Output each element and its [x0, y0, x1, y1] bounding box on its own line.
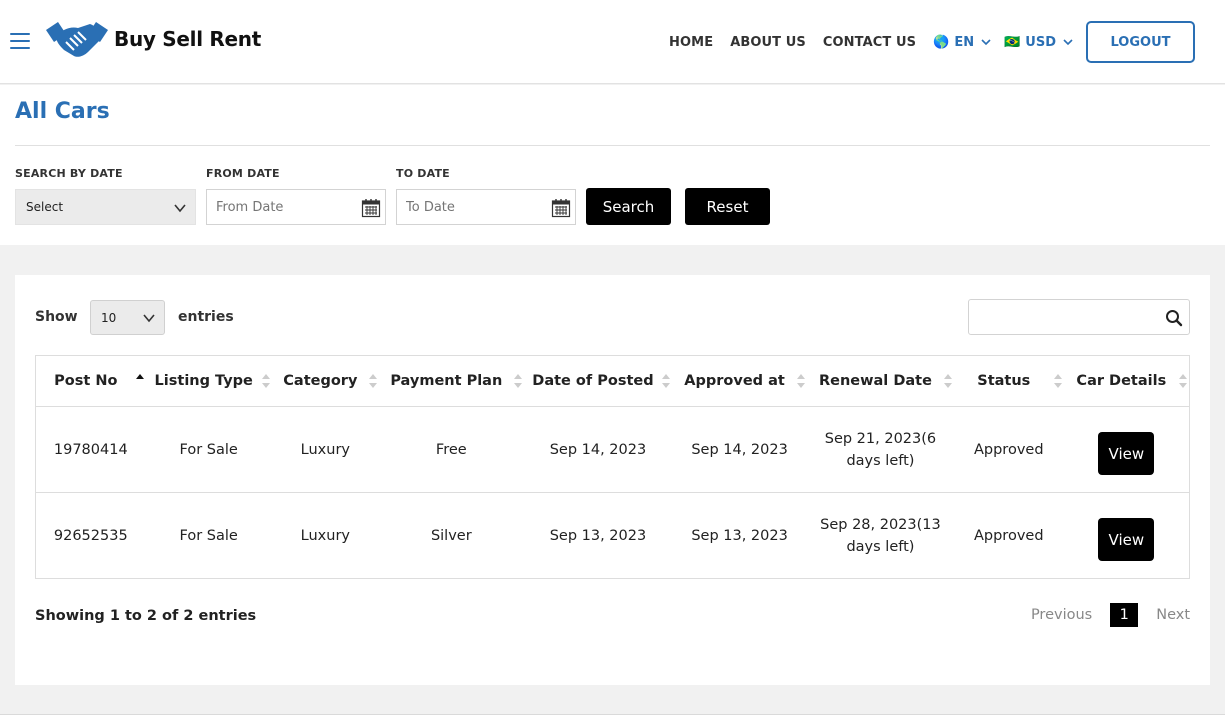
table-info: Showing 1 to 2 of 2 entries — [35, 608, 257, 624]
cell-payment-plan: Free — [378, 406, 524, 493]
title-divider — [15, 145, 1210, 146]
column-header-post-no[interactable]: Post No — [34, 355, 146, 407]
language-value: EN — [954, 34, 975, 50]
top-header: Buy Sell Rent HOME ABOUT US CONTACT US 🌎… — [0, 0, 1225, 84]
to-date-label: TO DATE — [396, 167, 450, 180]
handshake-icon — [46, 22, 108, 57]
search-button[interactable]: Search — [586, 188, 671, 225]
cell-category: Luxury — [271, 492, 379, 579]
chevron-down-icon — [1063, 39, 1073, 46]
cell-date-posted: Sep 14, 2023 — [523, 406, 673, 493]
calendar-icon[interactable] — [551, 198, 571, 218]
table-search-field[interactable] — [968, 299, 1190, 335]
filter-panel: All Cars SEARCH BY DATE Select FROM DATE… — [0, 85, 1225, 245]
view-button[interactable]: View — [1098, 518, 1155, 561]
table-row: 92652535 For Sale Luxury Silver Sep 13, … — [34, 492, 1190, 579]
to-date-field[interactable] — [396, 189, 576, 225]
cell-renewal-date: Sep 28, 2023(13 days left) — [807, 492, 954, 579]
cell-date-posted: Sep 13, 2023 — [523, 492, 673, 579]
cell-approved-at: Sep 13, 2023 — [672, 492, 807, 579]
brand-name: Buy Sell Rent — [114, 27, 261, 51]
calendar-icon[interactable] — [361, 198, 381, 218]
pagination-previous[interactable]: Previous — [1021, 607, 1102, 623]
table-search-input[interactable] — [969, 300, 1159, 332]
cell-post-no: 92652535 — [34, 492, 146, 579]
sort-icon — [368, 374, 377, 388]
main-nav: HOME ABOUT US CONTACT US 🌎 EN 🇧🇷 USD LOG… — [669, 21, 1195, 63]
chevron-down-icon — [174, 204, 186, 213]
footer-edge — [0, 714, 1225, 722]
sort-icon — [662, 374, 671, 388]
cell-status: Approved — [953, 406, 1064, 493]
cars-table: Post No Listing Type Category Payment Pl… — [34, 355, 1190, 579]
cell-listing-type: For Sale — [145, 406, 272, 493]
globe-icon: 🌎 — [933, 34, 950, 50]
column-header-renewal-date[interactable]: Renewal Date — [807, 355, 954, 407]
show-label: Show — [35, 309, 78, 325]
search-icon[interactable] — [1165, 309, 1183, 327]
logout-button[interactable]: LOGOUT — [1086, 21, 1195, 63]
nav-about-us[interactable]: ABOUT US — [730, 35, 806, 50]
page-length-value: 10 — [101, 310, 117, 325]
currency-value: USD — [1025, 34, 1056, 50]
table-header-row: Post No Listing Type Category Payment Pl… — [34, 355, 1190, 407]
column-header-status[interactable]: Status — [953, 355, 1064, 407]
column-header-payment-plan[interactable]: Payment Plan — [378, 355, 524, 407]
sort-icon — [261, 374, 270, 388]
language-select[interactable]: 🌎 EN — [933, 35, 991, 50]
sort-icon — [513, 374, 522, 388]
cell-listing-type: For Sale — [145, 492, 272, 579]
pagination-next[interactable]: Next — [1146, 607, 1200, 623]
page-title: All Cars — [15, 99, 110, 124]
table-row: 19780414 For Sale Luxury Free Sep 14, 20… — [34, 406, 1190, 493]
view-button[interactable]: View — [1098, 432, 1155, 475]
chevron-down-icon — [981, 39, 991, 46]
nav-contact-us[interactable]: CONTACT US — [823, 35, 916, 50]
to-date-input[interactable] — [397, 191, 542, 223]
column-header-approved-at[interactable]: Approved at — [672, 355, 807, 407]
reset-button[interactable]: Reset — [685, 188, 770, 225]
cell-status: Approved — [953, 492, 1064, 579]
cell-car-details: View — [1063, 492, 1190, 579]
sort-icon — [943, 374, 952, 388]
sort-icon — [1179, 374, 1187, 388]
sort-icon — [1053, 374, 1062, 388]
page-length-select[interactable]: 10 — [90, 300, 165, 335]
sort-icon — [797, 374, 805, 388]
column-header-date-posted[interactable]: Date of Posted — [523, 355, 673, 407]
nav-home[interactable]: HOME — [669, 35, 713, 50]
column-header-category[interactable]: Category — [271, 355, 379, 407]
cell-post-no: 19780414 — [34, 406, 146, 493]
chevron-down-icon — [143, 314, 155, 323]
from-date-field[interactable] — [206, 189, 386, 225]
search-by-date-label: SEARCH BY DATE — [15, 167, 123, 180]
search-by-date-select[interactable]: Select — [15, 189, 196, 225]
cell-category: Luxury — [271, 406, 379, 493]
from-date-input[interactable] — [207, 191, 352, 223]
column-header-car-details[interactable]: Car Details — [1063, 355, 1190, 407]
sort-asc-icon — [135, 374, 144, 379]
cars-table-card: Show 10 entries Post No Listing Type Cat… — [15, 275, 1210, 685]
cell-approved-at: Sep 14, 2023 — [672, 406, 807, 493]
cell-renewal-date: Sep 21, 2023(6 days left) — [807, 406, 954, 493]
from-date-label: FROM DATE — [206, 167, 280, 180]
hamburger-menu-icon[interactable] — [10, 33, 30, 49]
search-by-date-value: Select — [26, 200, 64, 214]
cell-car-details: View — [1063, 406, 1190, 493]
brazil-flag-icon: 🇧🇷 — [1004, 34, 1021, 50]
entries-label: entries — [178, 309, 234, 325]
pagination: Previous 1 Next — [1021, 603, 1200, 627]
pagination-page-1[interactable]: 1 — [1110, 603, 1139, 627]
brand-logo[interactable]: Buy Sell Rent — [44, 16, 261, 62]
column-header-listing-type[interactable]: Listing Type — [145, 355, 272, 407]
currency-select[interactable]: 🇧🇷 USD — [1004, 35, 1073, 50]
cell-payment-plan: Silver — [378, 492, 524, 579]
